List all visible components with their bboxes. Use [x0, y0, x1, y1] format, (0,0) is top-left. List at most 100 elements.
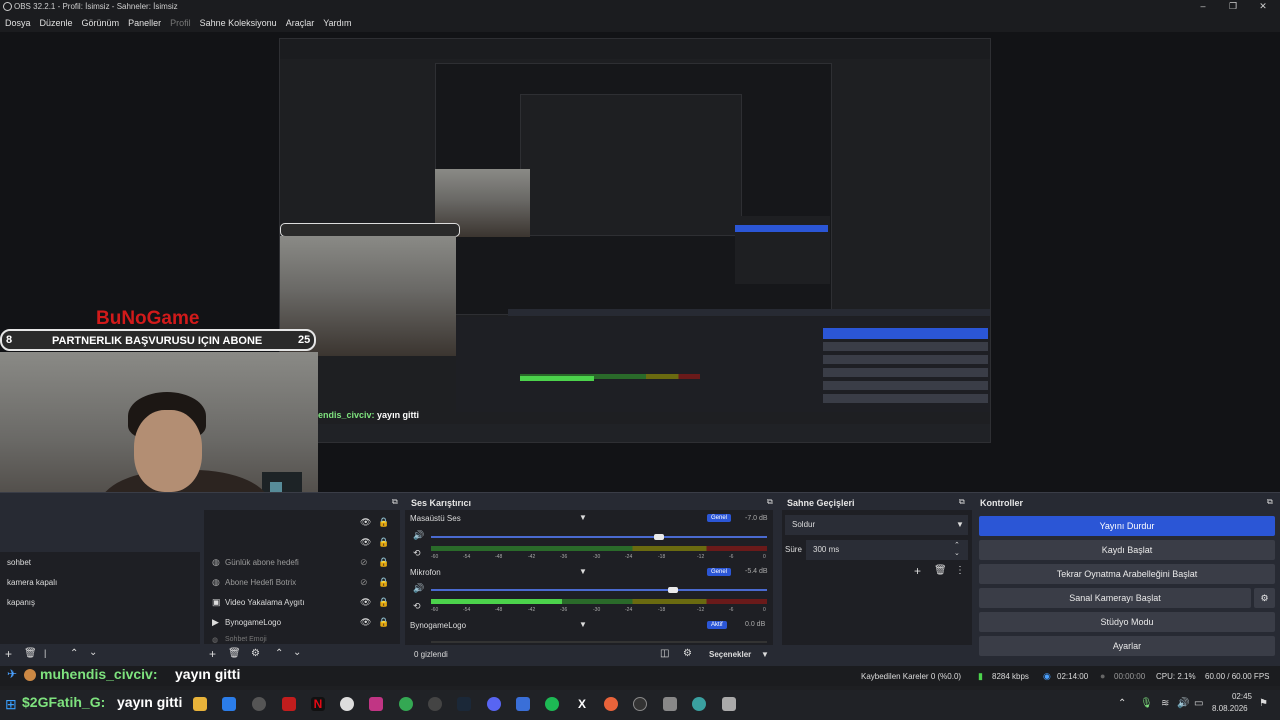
volume-slider[interactable]: [431, 641, 767, 643]
channel-menu-chevron-icon[interactable]: ▼: [579, 567, 587, 576]
stop-streaming-button[interactable]: Yayını Durdur: [979, 516, 1275, 536]
move-down-button[interactable]: ⌄: [89, 647, 97, 658]
channel-badge[interactable]: Aktif: [707, 621, 727, 629]
lock-icon[interactable]: 🔒: [378, 617, 389, 628]
maximize-button[interactable]: ❐: [1226, 1, 1240, 13]
spotify-icon[interactable]: [545, 697, 559, 711]
file-explorer-icon[interactable]: [193, 697, 207, 711]
lock-icon[interactable]: 🔒: [378, 517, 389, 528]
sources-undock-icon[interactable]: ⧉: [392, 497, 398, 507]
monitor-icon[interactable]: ⟲: [413, 548, 421, 559]
remove-scene-button[interactable]: 🗑: [24, 648, 37, 659]
speaker-icon[interactable]: 🔊: [413, 583, 424, 594]
scene-item[interactable]: sohbet: [7, 558, 31, 567]
layout-toggle-icon[interactable]: ◫: [660, 648, 669, 659]
duration-spinbox[interactable]: 300 ms ⌃ ⌄: [806, 540, 968, 560]
volume-slider[interactable]: [431, 534, 767, 540]
wifi-icon[interactable]: ≋: [1161, 698, 1169, 709]
source-item[interactable]: Video Yakalama Aygıtı: [225, 598, 304, 607]
add-scene-button[interactable]: +: [5, 647, 12, 661]
start-replay-buffer-button[interactable]: Tekrar Oynatma Arabelleğini Başlat: [979, 564, 1275, 584]
start-virtual-camera-button[interactable]: Sanal Kamerayı Başlat: [979, 588, 1251, 608]
visibility-icon[interactable]: 👁: [360, 617, 371, 628]
visibility-off-icon[interactable]: ⊘: [360, 557, 368, 568]
add-source-button[interactable]: +: [209, 647, 216, 661]
menu-scene-collection[interactable]: Sahne Koleksiyonu: [200, 15, 277, 32]
menu-view[interactable]: Görünüm: [82, 15, 120, 32]
transition-select[interactable]: Soldur ▼: [785, 515, 968, 535]
scene-item[interactable]: kapanış: [7, 598, 35, 607]
visibility-icon[interactable]: 👁: [360, 597, 371, 608]
x-icon[interactable]: X: [575, 697, 589, 711]
undock-icon[interactable]: ⧉: [767, 497, 773, 507]
advanced-audio-gear-icon[interactable]: ⚙: [683, 648, 692, 659]
discord-icon[interactable]: [487, 697, 501, 711]
settings-app-icon[interactable]: [663, 697, 677, 711]
add-transition-button[interactable]: +: [914, 564, 921, 578]
edge-icon[interactable]: [222, 697, 236, 711]
battery-icon[interactable]: ▭: [1194, 698, 1203, 709]
instagram-icon[interactable]: [369, 697, 383, 711]
channel-menu-chevron-icon[interactable]: ▼: [579, 513, 587, 522]
lock-icon[interactable]: 🔒: [378, 577, 389, 588]
tray-chevron-up-icon[interactable]: ⌃: [1118, 698, 1126, 709]
monitor-icon[interactable]: ⟲: [413, 601, 421, 612]
remove-source-button[interactable]: 🗑: [228, 648, 241, 659]
channel-menu-chevron-icon[interactable]: ▼: [579, 620, 587, 629]
start-recording-button[interactable]: Kaydı Başlat: [979, 540, 1275, 560]
speaker-icon[interactable]: 🔊: [413, 530, 424, 541]
browser-app-icon[interactable]: [692, 697, 706, 711]
visibility-off-icon[interactable]: ⊘: [360, 577, 368, 588]
channel-badge[interactable]: Genel: [707, 568, 732, 576]
obs-studio-icon[interactable]: [633, 697, 647, 711]
microphone-icon[interactable]: 🎙: [1140, 698, 1153, 709]
source-item[interactable]: Sohbet Emoji: [225, 636, 267, 643]
chatgpt-icon[interactable]: [340, 697, 354, 711]
lock-icon[interactable]: 🔒: [378, 557, 389, 568]
notification-icon[interactable]: ⚑: [1259, 698, 1268, 709]
channel-badge[interactable]: Genel: [707, 514, 732, 522]
minimize-button[interactable]: –: [1196, 1, 1210, 13]
undock-icon[interactable]: ⧉: [959, 497, 965, 507]
misc-app-icon[interactable]: [722, 697, 736, 711]
studio-mode-button[interactable]: Stüdyo Modu: [979, 612, 1275, 632]
clock-app-icon[interactable]: [252, 697, 266, 711]
menu-edit[interactable]: Düzenle: [40, 15, 73, 32]
obs-taskbar-icon[interactable]: [428, 697, 442, 711]
menu-tools[interactable]: Araçlar: [286, 15, 315, 32]
volume-slider-knob[interactable]: [668, 587, 678, 593]
menu-profile[interactable]: Profil: [170, 15, 191, 32]
steam-icon[interactable]: [457, 697, 471, 711]
netflix-icon[interactable]: N: [311, 697, 325, 711]
spin-down-icon[interactable]: ⌄: [954, 549, 960, 557]
volume-icon[interactable]: 🔊: [1177, 698, 1189, 709]
menu-help[interactable]: Yardım: [323, 15, 351, 32]
visibility-icon[interactable]: 👁: [360, 517, 371, 528]
document-app-icon[interactable]: [516, 697, 530, 711]
remove-transition-button[interactable]: 🗑: [934, 565, 947, 576]
source-item[interactable]: BynogameLogo: [225, 618, 281, 627]
visibility-icon[interactable]: 👁: [360, 537, 371, 548]
settings-button[interactable]: Ayarlar: [979, 636, 1275, 656]
transition-more-icon[interactable]: ⋮: [955, 565, 965, 576]
lock-icon[interactable]: 🔒: [378, 597, 389, 608]
source-properties-gear-icon[interactable]: ⚙: [251, 648, 260, 659]
source-item[interactable]: Abone Hedefi Botrix: [225, 578, 296, 587]
volume-slider-knob[interactable]: [654, 534, 664, 540]
spin-up-icon[interactable]: ⌃: [954, 541, 960, 549]
start-icon[interactable]: ⊞: [5, 696, 17, 713]
options-button[interactable]: Seçenekler: [709, 650, 751, 659]
taskbar-time[interactable]: 02:45: [1216, 692, 1252, 701]
move-up-button[interactable]: ⌃: [70, 648, 78, 659]
close-button[interactable]: ✕: [1256, 1, 1270, 13]
menu-docks[interactable]: Paneller: [128, 15, 161, 32]
scene-item[interactable]: kamera kapalı: [7, 578, 57, 587]
volume-slider[interactable]: [431, 587, 767, 593]
virtual-camera-gear-icon[interactable]: ⚙: [1254, 588, 1275, 608]
chrome-icon[interactable]: [399, 697, 413, 711]
lock-icon[interactable]: 🔒: [378, 537, 389, 548]
undock-icon[interactable]: ⧉: [1267, 497, 1273, 507]
capcut-icon[interactable]: [282, 697, 296, 711]
source-item[interactable]: Günlük abone hedefi: [225, 558, 299, 567]
move-down-button[interactable]: ⌄: [293, 647, 301, 658]
